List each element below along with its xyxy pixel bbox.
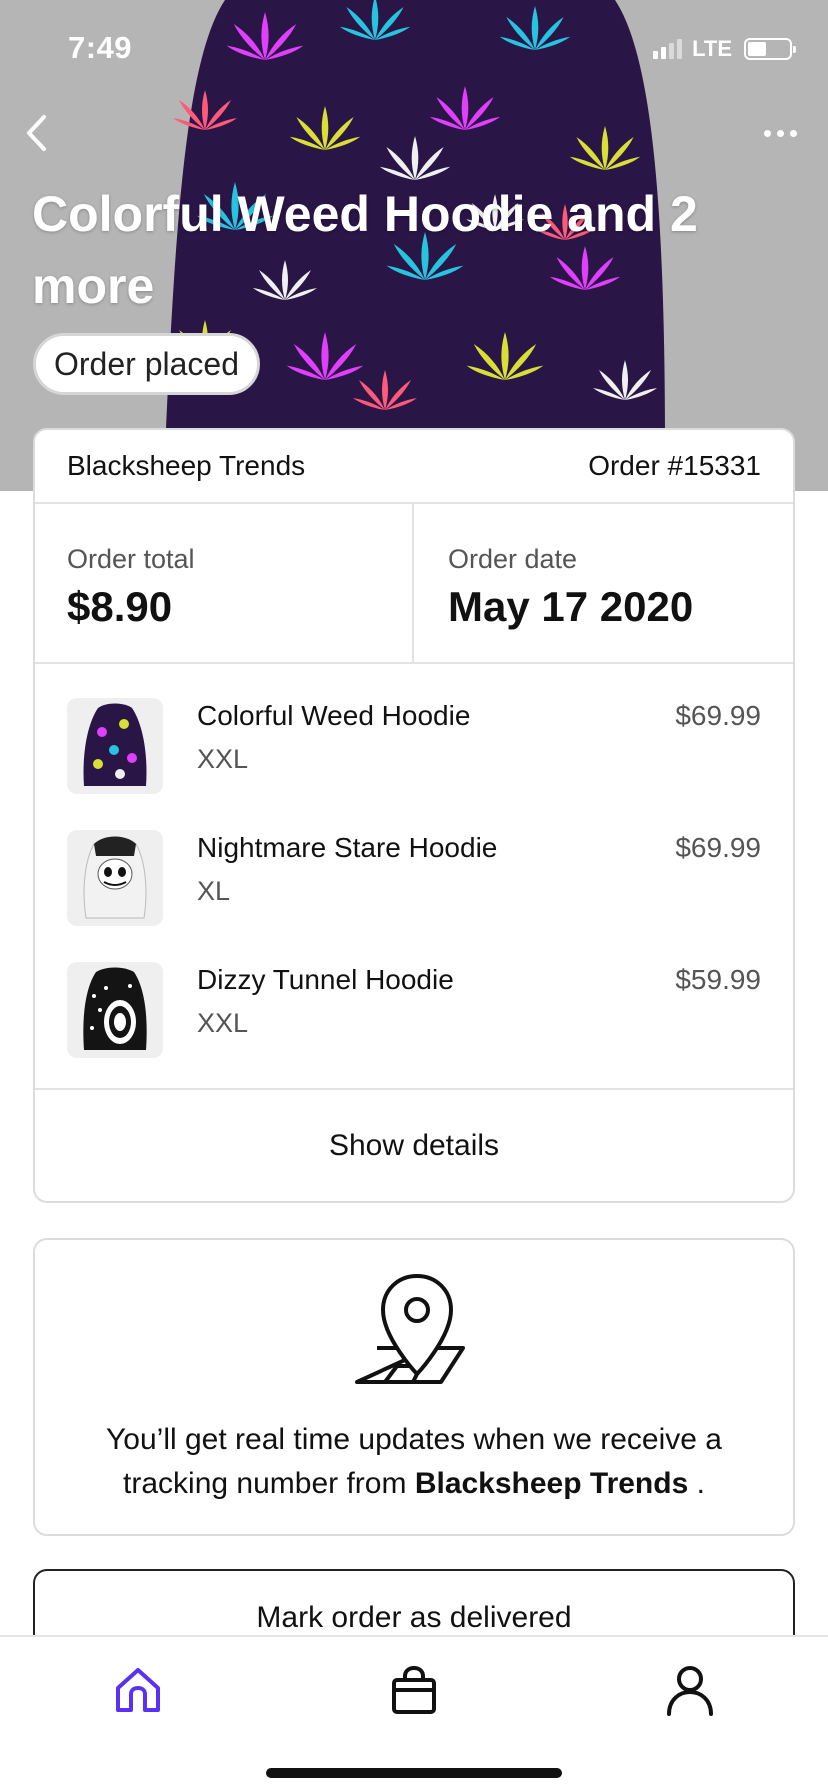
order-total-label: Order total [67, 544, 195, 574]
nav-orders[interactable] [379, 1655, 449, 1725]
order-summary-card: Blacksheep Trends Order #15331 Order tot… [33, 428, 795, 1203]
back-button[interactable] [14, 108, 58, 158]
list-item[interactable]: Nightmare Stare Hoodie XL $69.99 [67, 830, 761, 962]
order-status-badge: Order placed [33, 333, 260, 395]
shopping-bag-icon [392, 1665, 436, 1714]
tracking-message-end: . [688, 1467, 705, 1500]
more-options-button[interactable] [754, 116, 806, 150]
list-item[interactable]: Dizzy Tunnel Hoodie XXL $59.99 [67, 962, 761, 1094]
item-size: XL [197, 876, 231, 906]
signal-icon [653, 39, 683, 59]
order-stats: Order total $8.90 Order date May 17 2020 [35, 504, 793, 664]
store-name: Blacksheep Trends [67, 450, 306, 481]
network-type: LTE [692, 36, 732, 61]
nav-profile[interactable] [655, 1655, 725, 1725]
order-total-block: Order total $8.90 [35, 504, 412, 662]
chevron-left-icon [27, 115, 46, 151]
order-date-value: May 17 2020 [448, 583, 694, 630]
order-items-list: Colorful Weed Hoodie XXL $69.99 Nightmar… [35, 664, 793, 1090]
map-pin-icon [355, 1274, 465, 1384]
item-price: $59.99 [675, 964, 761, 995]
profile-icon [667, 1666, 713, 1716]
home-icon [116, 1668, 160, 1712]
item-size: XXL [197, 1008, 249, 1038]
item-name: Dizzy Tunnel Hoodie [197, 964, 454, 995]
order-number: Order #15331 [588, 450, 761, 481]
bottom-navigation [0, 1635, 828, 1792]
item-price: $69.99 [675, 832, 761, 863]
item-price: $69.99 [675, 700, 761, 731]
tracking-message: You’ll get real time updates when we rec… [55, 1418, 773, 1506]
tracking-info-card: You’ll get real time updates when we rec… [33, 1238, 795, 1536]
home-indicator [266, 1768, 562, 1778]
battery-icon [744, 38, 796, 60]
order-card-header: Blacksheep Trends Order #15331 [35, 430, 793, 504]
item-name: Nightmare Stare Hoodie [197, 832, 498, 863]
item-name: Colorful Weed Hoodie [197, 700, 471, 731]
order-date-label: Order date [448, 544, 578, 574]
status-bar: 7:49 LTE [0, 0, 828, 96]
product-thumbnail [67, 962, 163, 1058]
product-thumbnail [67, 698, 163, 794]
status-indicators: LTE [653, 36, 796, 62]
order-date-block: Order date May 17 2020 [412, 504, 793, 662]
nav-home[interactable] [103, 1655, 173, 1725]
product-thumbnail [67, 830, 163, 926]
list-item[interactable]: Colorful Weed Hoodie XXL $69.99 [67, 698, 761, 830]
tracking-store-name: Blacksheep Trends [414, 1467, 689, 1500]
status-time: 7:49 [68, 30, 133, 65]
hero-banner: 7:49 LTE Colorful Weed Hoodie and 2 more… [0, 0, 828, 491]
order-total-value: $8.90 [67, 583, 173, 630]
page-title: Colorful Weed Hoodie and 2 more [32, 186, 698, 314]
show-details-button[interactable]: Show details [35, 1090, 793, 1201]
item-size: XXL [197, 744, 249, 774]
